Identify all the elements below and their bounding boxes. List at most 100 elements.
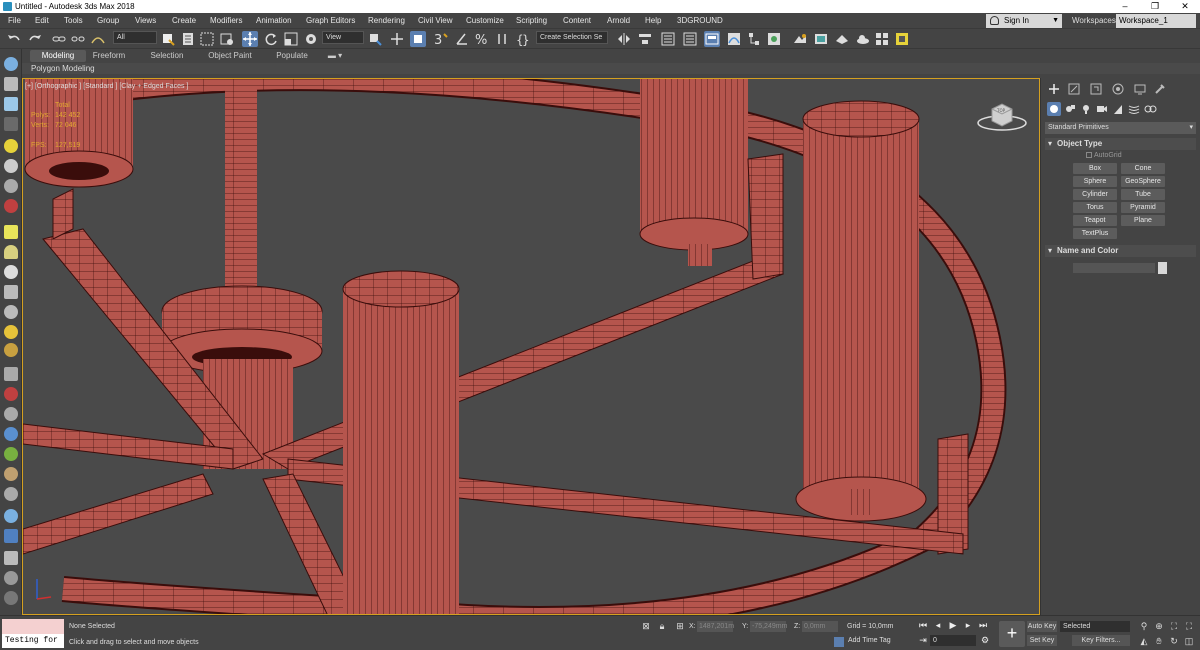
set-key-button[interactable]: Set Key: [1027, 635, 1057, 646]
a360-gallery-icon[interactable]: [874, 31, 890, 47]
reference-coordinate-dropdown[interactable]: View: [322, 31, 364, 44]
workspace-dropdown[interactable]: Workspace_1: [1116, 14, 1196, 28]
polygon-modeling-panel[interactable]: Polygon Modeling: [22, 63, 1200, 74]
tab-selection[interactable]: Selection: [144, 50, 190, 62]
mirror-icon[interactable]: [616, 31, 632, 47]
object-type-rollout[interactable]: Object Type: [1045, 138, 1196, 150]
sign-in-button[interactable]: Sign In ▼: [986, 14, 1062, 28]
sphere-button[interactable]: Sphere: [1073, 176, 1117, 187]
paint-icon[interactable]: [4, 387, 18, 401]
y-coordinate-field[interactable]: -75,249mm: [750, 621, 787, 632]
display-icon[interactable]: [1133, 82, 1147, 96]
menu-3dground[interactable]: 3DGROUND: [677, 14, 723, 28]
render-production-icon[interactable]: [834, 31, 850, 47]
isolate-selection-icon[interactable]: ⊠: [640, 620, 652, 632]
geometry-icon[interactable]: [1047, 102, 1061, 116]
menu-edit[interactable]: Edit: [35, 14, 49, 28]
object-icon[interactable]: [4, 179, 18, 193]
menu-arnold[interactable]: Arnold: [607, 14, 630, 28]
plane-button[interactable]: Plane: [1121, 215, 1165, 226]
menu-help[interactable]: Help: [645, 14, 661, 28]
undo-icon[interactable]: [6, 31, 22, 47]
current-frame-field[interactable]: 0: [930, 635, 976, 646]
select-by-name-icon[interactable]: [180, 31, 196, 47]
menu-file[interactable]: File: [8, 14, 21, 28]
primitive-type-dropdown[interactable]: Standard Primitives ▾: [1045, 122, 1196, 134]
select-and-scale-icon[interactable]: [283, 31, 299, 47]
go-to-start-icon[interactable]: ⏮: [918, 620, 928, 630]
help-icon[interactable]: [4, 591, 18, 605]
zoom-all-icon[interactable]: ⊕: [1153, 620, 1165, 632]
grid-icon[interactable]: [4, 97, 18, 111]
torus-button[interactable]: Torus: [1073, 202, 1117, 213]
select-and-move-icon[interactable]: [242, 31, 258, 47]
perspective-viewport[interactable]: [+] [Orthographic ] [Standard ] [Clay + …: [22, 78, 1040, 615]
light-icon[interactable]: [4, 139, 18, 153]
box-button[interactable]: Box: [1073, 163, 1117, 174]
character-icon[interactable]: [4, 407, 18, 421]
zoom-extents-all-icon[interactable]: ⛶: [1183, 620, 1195, 632]
teapot-button[interactable]: Teapot: [1073, 215, 1117, 226]
tab-populate[interactable]: Populate: [267, 50, 317, 62]
close-button[interactable]: ✕: [1170, 0, 1200, 13]
pivot-center-icon[interactable]: [367, 31, 383, 47]
key-mode-icon[interactable]: ⇥: [918, 635, 928, 645]
viewport-layout-icon[interactable]: [4, 57, 18, 71]
select-and-rotate-icon[interactable]: [263, 31, 279, 47]
mesh-icon[interactable]: [4, 487, 18, 501]
pyramid-button[interactable]: Pyramid: [1121, 202, 1165, 213]
shape-icon[interactable]: [4, 285, 18, 299]
cloth-icon[interactable]: [4, 467, 18, 481]
link-icon[interactable]: [51, 31, 67, 47]
field-of-view-icon[interactable]: ◭: [1138, 635, 1150, 647]
space-warps-icon[interactable]: [1127, 102, 1141, 116]
camera-icon[interactable]: [4, 159, 18, 173]
object-color-swatch[interactable]: [1158, 262, 1167, 274]
motion-icon[interactable]: [1111, 82, 1125, 96]
unlink-icon[interactable]: [70, 31, 86, 47]
auto-key-button[interactable]: Auto Key: [1027, 621, 1057, 632]
cameras-icon[interactable]: [1095, 102, 1109, 116]
percent-snap-icon[interactable]: %: [474, 31, 490, 48]
zoom-icon[interactable]: ⚲: [1138, 620, 1150, 632]
terrain-icon[interactable]: [4, 245, 18, 259]
menu-civil-view[interactable]: Civil View: [418, 14, 453, 28]
tab-modeling[interactable]: Modeling: [30, 50, 86, 62]
align-icon[interactable]: [637, 31, 653, 47]
set-keys-icon[interactable]: +: [999, 621, 1025, 647]
water-icon[interactable]: [4, 509, 18, 523]
bind-space-warp-icon[interactable]: [90, 31, 106, 47]
play-icon[interactable]: ▶: [948, 620, 958, 630]
angle-snap-icon[interactable]: [454, 31, 470, 47]
go-to-end-icon[interactable]: ⏭: [978, 620, 988, 630]
cone-button[interactable]: Cone: [1121, 163, 1165, 174]
particles-icon[interactable]: [4, 367, 18, 381]
add-time-tag-button[interactable]: Add Time Tag: [834, 637, 891, 647]
window-crossing-icon[interactable]: [219, 31, 235, 47]
sphere-icon[interactable]: [4, 265, 18, 279]
menu-views[interactable]: Views: [135, 14, 156, 28]
clipboard-icon[interactable]: [4, 551, 18, 565]
schematic-view-icon[interactable]: [746, 31, 762, 47]
menu-customize[interactable]: Customize: [466, 14, 504, 28]
redo-icon[interactable]: [27, 31, 43, 47]
settings-icon[interactable]: [4, 571, 18, 585]
menu-group[interactable]: Group: [97, 14, 119, 28]
keyboard-shortcut-override-icon[interactable]: [410, 31, 426, 47]
systems-icon[interactable]: [1143, 102, 1157, 116]
ribbon-options-icon[interactable]: ▬ ▾: [325, 50, 345, 62]
maxscript-mini-listener[interactable]: Testing for :: [2, 634, 64, 648]
shapes-icon[interactable]: [1063, 102, 1077, 116]
render-in-cloud-icon[interactable]: [855, 31, 871, 47]
menu-rendering[interactable]: Rendering: [368, 14, 405, 28]
modify-icon[interactable]: [1067, 82, 1081, 96]
menu-content[interactable]: Content: [563, 14, 591, 28]
named-selection-dropdown[interactable]: Create Selection Se: [536, 31, 608, 44]
helpers-icon[interactable]: [1111, 102, 1125, 116]
next-frame-icon[interactable]: ▸: [963, 620, 973, 630]
menu-modifiers[interactable]: Modifiers: [210, 14, 242, 28]
maxscript-listener-output[interactable]: [2, 619, 64, 634]
menu-create[interactable]: Create: [172, 14, 196, 28]
lights-icon[interactable]: [1079, 102, 1093, 116]
create-icon[interactable]: [1047, 82, 1061, 96]
